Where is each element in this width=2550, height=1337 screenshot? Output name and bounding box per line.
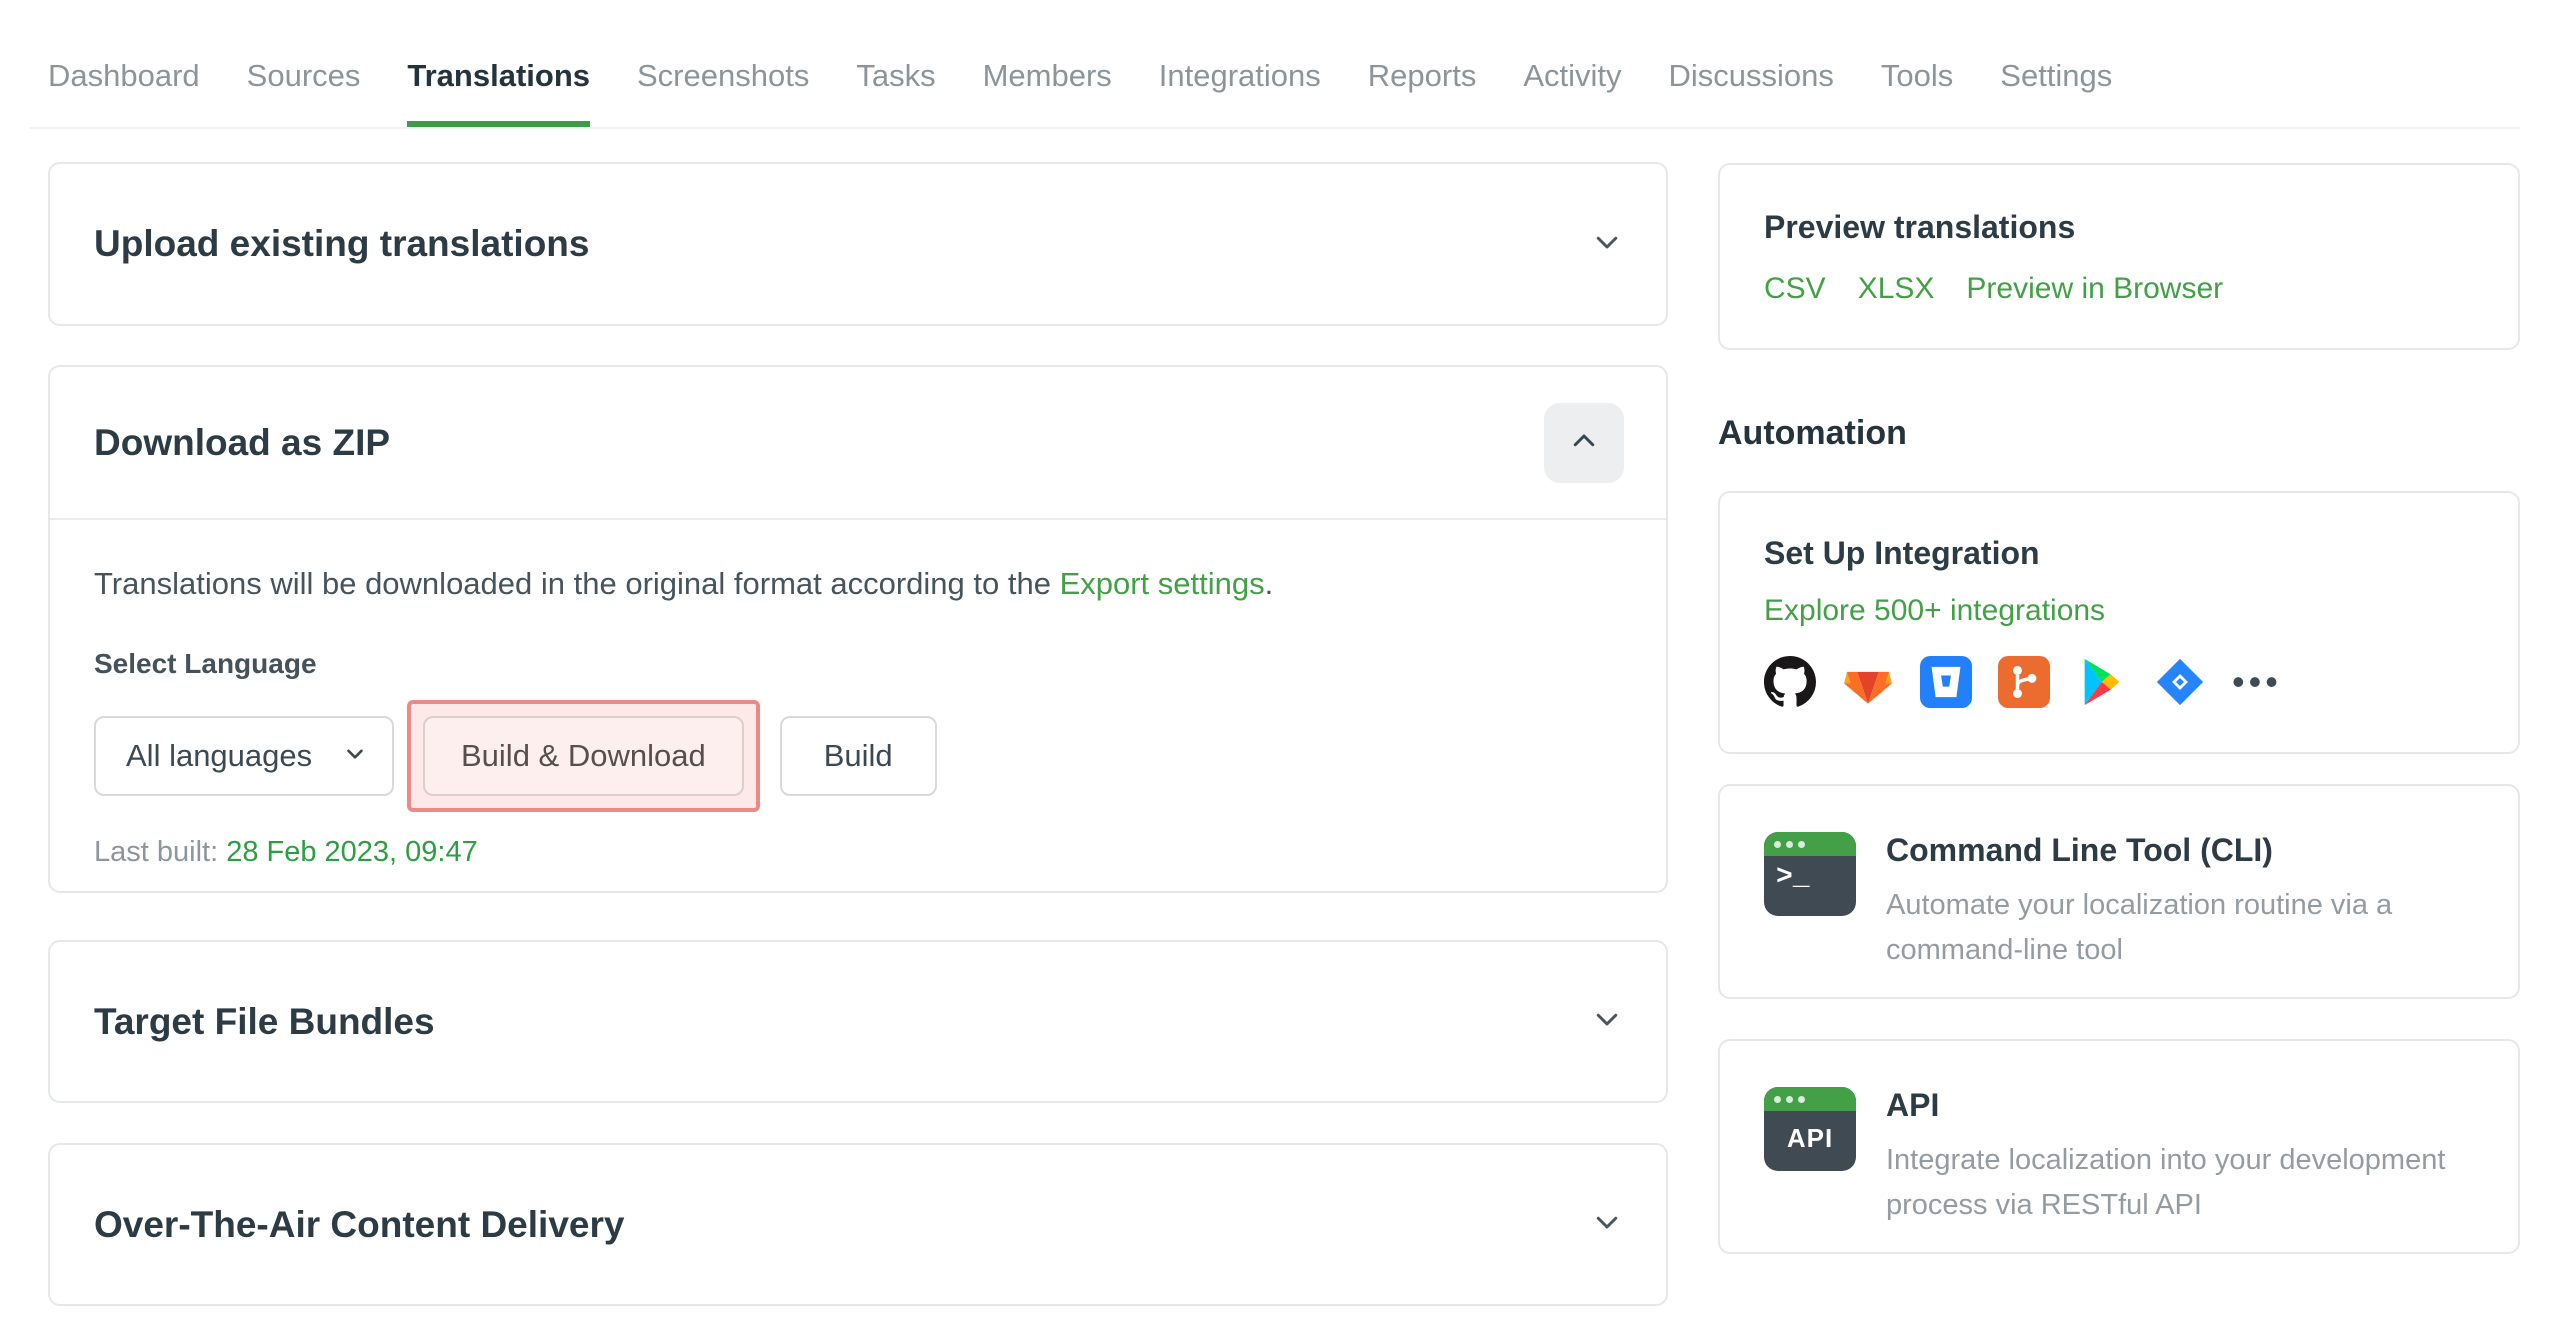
cli-card-title: Command Line Tool (CLI) <box>1886 832 2273 868</box>
preview-links-row: CSV XLSX Preview in Browser <box>1764 272 2474 306</box>
download-zip-body: Translations will be downloaded in the o… <box>50 520 1666 869</box>
explore-integrations-link[interactable]: Explore 500+ integrations <box>1764 594 2105 628</box>
preview-translations-card: Preview translations CSV XLSX Preview in… <box>1718 163 2520 350</box>
ota-content-delivery-panel[interactable]: Over-The-Air Content Delivery <box>48 1143 1668 1306</box>
last-built-value: 28 Feb 2023, 09:47 <box>226 836 478 868</box>
chevron-down-icon[interactable] <box>1592 1004 1622 1039</box>
automation-heading: Automation <box>1718 414 1907 452</box>
google-play-icon[interactable] <box>2076 656 2128 708</box>
api-icon: API <box>1764 1087 1856 1171</box>
chevron-down-icon[interactable] <box>1592 1207 1622 1242</box>
csv-link[interactable]: CSV <box>1764 272 1826 306</box>
github-icon[interactable] <box>1764 656 1816 708</box>
target-file-bundles-panel[interactable]: Target File Bundles <box>48 940 1668 1103</box>
select-language-label: Select Language <box>94 648 317 679</box>
project-tabs-nav: Dashboard Sources Translations Screensho… <box>30 0 2520 129</box>
last-built-label: Last built: <box>94 836 219 868</box>
chevron-up-icon <box>1569 426 1599 459</box>
tab-integrations[interactable]: Integrations <box>1159 58 1321 127</box>
git-icon[interactable] <box>1998 656 2050 708</box>
preview-in-browser-link[interactable]: Preview in Browser <box>1966 272 2223 306</box>
download-zip-title: Download as ZIP <box>94 421 391 463</box>
api-card-title: API <box>1886 1087 1940 1123</box>
terminal-prompt-text: >_ <box>1776 862 1810 893</box>
upload-translations-panel[interactable]: Upload existing translations <box>48 162 1668 326</box>
bitbucket-icon[interactable] <box>1920 656 1972 708</box>
export-settings-link[interactable]: Export settings <box>1060 566 1265 601</box>
build-button[interactable]: Build <box>779 716 937 796</box>
download-zip-header[interactable]: Download as ZIP <box>50 367 1666 520</box>
integration-icons-row: ••• <box>1764 656 2474 708</box>
tab-screenshots[interactable]: Screenshots <box>637 58 809 127</box>
tab-members[interactable]: Members <box>983 58 1112 127</box>
download-zip-panel: Download as ZIP Translations will be dow… <box>48 365 1668 893</box>
cli-card-text: Command Line Tool (CLI) Automate your lo… <box>1886 832 2466 966</box>
more-integrations-icon[interactable]: ••• <box>2232 661 2282 703</box>
build-and-download-button[interactable]: Build & Download <box>423 716 744 796</box>
target-file-bundles-title: Target File Bundles <box>94 1000 435 1042</box>
set-up-integration-title: Set Up Integration <box>1764 535 2040 571</box>
collapse-panel-button[interactable] <box>1544 402 1624 483</box>
ota-content-delivery-title: Over-The-Air Content Delivery <box>94 1203 625 1245</box>
api-card-text: API Integrate localization into your dev… <box>1886 1087 2474 1221</box>
cli-tool-card[interactable]: >_ Command Line Tool (CLI) Automate your… <box>1718 784 2520 999</box>
right-sidebar: Preview translations CSV XLSX Preview in… <box>1718 163 2520 1254</box>
download-description-period: . <box>1264 566 1274 601</box>
tab-discussions[interactable]: Discussions <box>1669 58 1834 127</box>
api-icon-text: API <box>1786 1123 1834 1153</box>
chevron-down-icon[interactable] <box>1592 227 1622 262</box>
api-card[interactable]: API API Integrate localization into your… <box>1718 1039 2520 1254</box>
gitlab-icon[interactable] <box>1842 656 1894 708</box>
tab-reports[interactable]: Reports <box>1368 58 1477 127</box>
tab-sources[interactable]: Sources <box>247 58 361 127</box>
terminal-icon: >_ <box>1764 832 1856 916</box>
download-description-text: Translations will be downloaded in the o… <box>94 566 1060 601</box>
api-icon-titlebar <box>1764 1087 1856 1111</box>
language-select-value: All languages <box>126 738 313 773</box>
cli-card-description: Automate your localization routine via a… <box>1886 889 2393 966</box>
preview-translations-title: Preview translations <box>1764 209 2076 245</box>
tab-dashboard[interactable]: Dashboard <box>48 58 200 127</box>
upload-panel-title: Upload existing translations <box>94 223 590 264</box>
xlsx-link[interactable]: XLSX <box>1858 272 1935 306</box>
download-description: Translations will be downloaded in the o… <box>94 566 1622 602</box>
tab-tasks[interactable]: Tasks <box>856 58 935 127</box>
tab-tools[interactable]: Tools <box>1881 58 1953 127</box>
set-up-integration-card: Set Up Integration Explore 500+ integrat… <box>1718 491 2520 754</box>
api-card-description: Integrate localization into your develop… <box>1886 1144 2446 1221</box>
jira-icon[interactable] <box>2154 656 2206 708</box>
tab-settings[interactable]: Settings <box>2000 58 2112 127</box>
language-select[interactable]: All languages <box>94 716 394 796</box>
build-controls-row: All languages Build & Download Build <box>94 700 1622 812</box>
translations-main-column: Upload existing translations Download as… <box>48 162 1668 1306</box>
terminal-titlebar <box>1764 832 1856 856</box>
click-target-highlight: Build & Download <box>407 700 760 812</box>
last-built-status: Last built: 28 Feb 2023, 09:47 <box>94 836 1622 869</box>
select-chevron-down-icon <box>342 738 368 774</box>
tab-translations[interactable]: Translations <box>407 58 590 127</box>
tab-activity[interactable]: Activity <box>1523 58 1621 127</box>
